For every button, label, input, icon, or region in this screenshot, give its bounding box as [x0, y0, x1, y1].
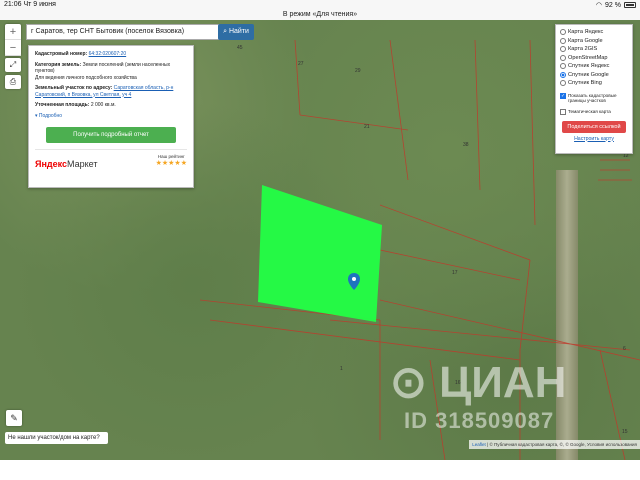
- yandex-market-logo: ЯндексМаркет: [35, 158, 98, 169]
- layer-option-google-map[interactable]: Карта Google: [560, 37, 628, 46]
- show-cadastral-checkbox[interactable]: ✓ Показать кадастровые границы участков: [560, 92, 628, 104]
- layer-option-bing-satellite[interactable]: Спутник Bing: [560, 79, 628, 88]
- cadastral-number-link[interactable]: 64:32:020607:20: [89, 51, 127, 57]
- page-bottom: [0, 460, 640, 480]
- reader-mode-link[interactable]: В режим «Для чтения»: [0, 10, 640, 20]
- area-row: Уточненная площадь: 2 000 кв.м.: [35, 102, 116, 108]
- address-row: Земельный участок по адресу: Саратовская…: [35, 85, 174, 98]
- cian-watermark: ⊙ ЦИАН: [390, 358, 567, 407]
- radio-icon: [560, 63, 566, 70]
- address-search-input[interactable]: г Саратов, тер СНТ Бытовик (поселок Вязо…: [26, 24, 222, 40]
- battery-icon: [624, 2, 636, 8]
- plot-label: 17: [452, 270, 458, 276]
- map-attribution: Leaflet | © Публичная кадастровая карта,…: [469, 440, 640, 449]
- plot-label: 1: [340, 366, 343, 372]
- zoom-control: + −: [5, 24, 21, 56]
- edit-pencil-icon[interactable]: ✎: [6, 410, 22, 426]
- status-right: ◠ 92 %: [596, 1, 636, 9]
- radio-icon: [560, 80, 566, 87]
- zoom-in-button[interactable]: +: [5, 24, 21, 40]
- land-usage: Для ведения личного подсобного хозяйства: [35, 74, 137, 81]
- plot-label: 6: [623, 346, 626, 352]
- layer-option-2gis-map[interactable]: Карта 2GIS: [560, 45, 628, 54]
- zoom-out-button[interactable]: −: [5, 40, 21, 56]
- plot-label: 21: [364, 124, 370, 130]
- cadastral-number-row: Кадастровый номер: 64:32:020607:20: [35, 51, 127, 57]
- stars-icon: ★★★★★: [155, 159, 187, 167]
- fullscreen-icon[interactable]: ⤢: [5, 58, 21, 72]
- ios-status-bar: 21:06 Чт 9 июня ◠ 92 %: [0, 0, 640, 10]
- wifi-icon: ◠: [595, 2, 603, 9]
- parcel-info-popup: Кадастровый номер: 64:32:020607:20 Катег…: [28, 45, 194, 188]
- setup-map-link[interactable]: Настроить карту: [560, 136, 628, 142]
- share-link-button[interactable]: Поделиться ссылкой: [562, 120, 626, 133]
- rating-badge: Наш рейтинг ★★★★★: [155, 154, 187, 167]
- radio-selected-icon: [560, 71, 566, 78]
- not-found-link[interactable]: Не нашли участок/дом на карте?: [5, 432, 108, 444]
- get-report-button[interactable]: Получить подробный отчет: [46, 127, 176, 143]
- plot-label: 45: [237, 45, 243, 51]
- checkbox-icon: [560, 108, 566, 115]
- cian-watermark-id: ID 318509087: [404, 408, 555, 433]
- plot-label: 38: [463, 142, 469, 148]
- details-link[interactable]: ▾ Подробно: [35, 113, 187, 120]
- layer-option-osm[interactable]: OpenStreetMap: [560, 54, 628, 63]
- map-layers-panel: Карта Яндекс Карта Google Карта 2GIS Ope…: [555, 24, 633, 154]
- land-category-row: Категория земель: Земли поселений (земли…: [35, 61, 171, 81]
- layer-option-google-satellite[interactable]: Спутник Google: [560, 71, 628, 80]
- leaflet-link[interactable]: Leaflet: [472, 442, 486, 447]
- yandex-market-banner[interactable]: ЯндексМаркет Наш рейтинг ★★★★★: [35, 149, 187, 169]
- status-time: 21:06 Чт 9 июня: [4, 1, 56, 8]
- radio-icon: [560, 29, 566, 36]
- radio-icon: [560, 54, 566, 61]
- plot-label: 29: [355, 68, 361, 74]
- thematic-map-checkbox[interactable]: Тематическая карта: [560, 108, 628, 115]
- selected-parcel: [258, 185, 382, 322]
- layer-option-yandex-satellite[interactable]: Спутник Яндекс: [560, 62, 628, 71]
- plot-label: 15: [622, 429, 628, 435]
- find-button[interactable]: ⌕ Найти: [218, 24, 254, 40]
- plot-label: 27: [298, 61, 304, 67]
- search-icon: ⌕: [223, 28, 227, 35]
- radio-icon: [560, 37, 566, 44]
- layer-option-yandex-map[interactable]: Карта Яндекс: [560, 28, 628, 37]
- radio-icon: [560, 46, 566, 53]
- checkbox-checked-icon: ✓: [560, 92, 566, 99]
- print-icon[interactable]: ⎙: [5, 75, 21, 89]
